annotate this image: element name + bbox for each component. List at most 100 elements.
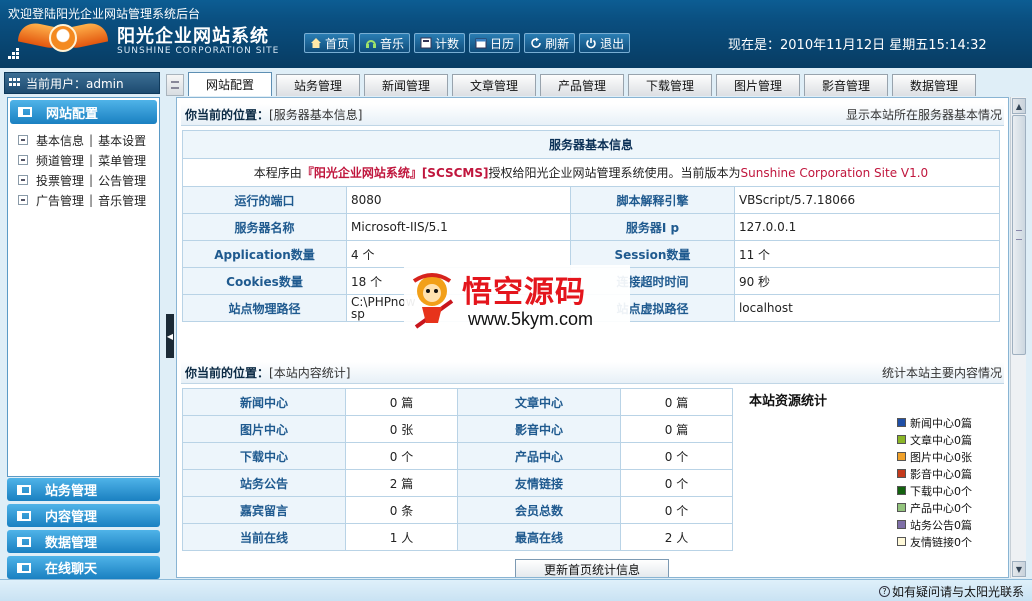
legend-label: 影音中心0篇: [910, 467, 972, 481]
separator: |: [89, 193, 94, 207]
stat-label: 影音中心: [457, 415, 621, 443]
nav-home-label: 首页: [325, 36, 350, 51]
expand-icon: [18, 135, 28, 145]
refresh-icon: [530, 37, 542, 49]
stat-label: 站务公告: [182, 469, 346, 497]
separator: |: [89, 133, 94, 147]
sidebar-link-vote-manage[interactable]: 投票管理: [36, 172, 84, 189]
notice-brand: 『阳光企业网站系统』[SCSCMS]: [301, 166, 489, 180]
current-user-label: 当前用户：admin: [26, 76, 124, 91]
scroll-thumb[interactable]: [1012, 115, 1026, 355]
sidebar-link-menu-manage[interactable]: 菜单管理: [98, 152, 146, 169]
chart-legend: 新闻中心0篇 文章中心0篇 图片中心0张 影音中心0篇 下载中心0个 产品中心0个 站务公告…: [897, 414, 972, 550]
stats-location-bar: 你当前的位置：[本站内容统计] 统计本站主要内容情况: [181, 362, 1004, 384]
sidebar-menu-chat[interactable]: 在线聊天: [7, 556, 160, 579]
sidebar-link-channel-manage[interactable]: 频道管理: [36, 152, 84, 169]
location-label: 你当前的位置：: [185, 366, 270, 380]
stat-label: 当前在线: [182, 523, 346, 551]
legend-label: 站务公告0篇: [910, 518, 972, 532]
sidebar-link-basic-settings[interactable]: 基本设置: [98, 132, 146, 149]
nav-music-button[interactable]: 音乐: [359, 33, 411, 53]
tab-site-affairs[interactable]: 站务管理: [276, 74, 360, 96]
info-value: 11 个: [733, 240, 1001, 268]
info-value: localhost: [733, 294, 1001, 322]
scroll-up-arrow-icon[interactable]: ▲: [1012, 98, 1026, 114]
scroll-down-arrow-icon[interactable]: ▼: [1012, 561, 1026, 577]
notice-prefix: 本程序由: [253, 166, 302, 180]
tab-images[interactable]: 图片管理: [716, 74, 800, 96]
top-header: 欢迎登陆阳光企业网站管理系统后台 阳光企业网站系统 SUNSHINE CORPO…: [0, 0, 1032, 68]
sidebar-menu-content[interactable]: 内容管理: [7, 504, 160, 527]
legend-label: 产品中心0个: [910, 501, 972, 515]
info-value: Microsoft-IIS/5.1: [346, 213, 571, 241]
nav-refresh-label: 刷新: [545, 36, 570, 51]
tab-site-config[interactable]: 网站配置: [188, 72, 272, 96]
legend-label: 新闻中心0篇: [910, 416, 972, 430]
headphones-icon: [365, 37, 377, 49]
resource-stats-chart: 本站资源统计 新闻中心0篇 文章中心0篇 图片中心0张 影音中心0篇 下载中心0个 产品中…: [739, 390, 1001, 560]
license-notice: 本程序由『阳光企业网站系统』[SCSCMS]授权给阳光企业网站管理系统使用。当前…: [182, 158, 1000, 187]
legend-swatch: [897, 452, 906, 461]
current-datetime: 现在是：2010年11月12日 星期五15:14:32: [728, 38, 987, 53]
stat-value: 0 篇: [345, 388, 458, 416]
menu-icon: [17, 510, 31, 521]
legend-entry: 文章中心0篇: [897, 431, 972, 448]
info-value: VBScript/5.7.18066: [733, 186, 1001, 214]
sidebar-link-notice-manage[interactable]: 公告管理: [98, 172, 146, 189]
tab-media[interactable]: 影音管理: [804, 74, 888, 96]
tab-menu-icon[interactable]: [166, 74, 184, 96]
legend-entry: 影音中心0篇: [897, 465, 972, 482]
sidebar-menu-label: 在线聊天: [45, 562, 98, 577]
stat-value: 0 篇: [620, 415, 733, 443]
watermark-logo: 悟空源码 www.5kym.com: [404, 265, 630, 337]
stat-label: 嘉宾留言: [182, 496, 346, 524]
chart-title: 本站资源统计: [749, 394, 828, 409]
menu-icon: [18, 107, 32, 117]
tab-products[interactable]: 产品管理: [540, 74, 624, 96]
counter-icon: [420, 37, 432, 49]
nav-logout-button[interactable]: 退出: [579, 33, 631, 53]
sidebar-row: 广告管理 | 音乐管理: [18, 190, 159, 210]
nav-refresh-button[interactable]: 刷新: [524, 33, 576, 53]
legend-entry: 站务公告0篇: [897, 516, 972, 533]
legend-swatch: [897, 469, 906, 478]
content-scrollbar[interactable]: ▲ ▼: [1010, 97, 1026, 578]
info-label: 运行的端口: [182, 186, 347, 214]
separator: |: [89, 153, 94, 167]
tab-articles[interactable]: 文章管理: [452, 74, 536, 96]
update-stats-button[interactable]: 更新首页统计信息: [515, 559, 669, 577]
tab-data[interactable]: 数据管理: [892, 74, 976, 96]
tab-bar: 网站配置 站务管理 新闻管理 文章管理 产品管理 下载管理 图片管理 影音管理 …: [166, 72, 1028, 96]
legend-label: 图片中心0张: [910, 450, 972, 464]
watermark-url: www.5kym.com: [468, 309, 594, 329]
info-label: 脚本解释引擎: [569, 186, 735, 214]
sidebar-menu-data[interactable]: 数据管理: [7, 530, 160, 553]
power-icon: [585, 37, 597, 49]
stat-label: 会员总数: [457, 496, 621, 524]
sidebar-link-ad-manage[interactable]: 广告管理: [36, 192, 84, 209]
legend-label: 友情链接0个: [910, 535, 972, 549]
server-location-bar: 你当前的位置：[服务器基本信息] 显示本站所在服务器基本情况: [181, 104, 1004, 126]
legend-swatch: [897, 435, 906, 444]
stat-value: 1 人: [345, 523, 458, 551]
menu-icon: [17, 484, 31, 495]
sidebar-link-music-manage[interactable]: 音乐管理: [98, 192, 146, 209]
tab-news[interactable]: 新闻管理: [364, 74, 448, 96]
stat-label: 友情链接: [457, 469, 621, 497]
sidebar-section-site-config[interactable]: 网站配置: [10, 100, 157, 124]
sidebar-menu-site-affairs[interactable]: 站务管理: [7, 478, 160, 501]
section-hint: 统计本站主要内容情况: [881, 366, 1002, 380]
tab-downloads[interactable]: 下载管理: [628, 74, 712, 96]
sidebar-collapse-handle[interactable]: ◀: [166, 314, 174, 358]
nav-counter-label: 计数: [435, 36, 460, 51]
stat-label: 新闻中心: [182, 388, 346, 416]
legend-swatch: [897, 537, 906, 546]
sidebar-link-basic-info[interactable]: 基本信息: [36, 132, 84, 149]
nav-home-button[interactable]: 首页: [304, 33, 356, 53]
info-label: Session数量: [569, 240, 735, 268]
sidebar-panel: 网站配置 基本信息 | 基本设置 频道管理 | 菜单管理 投票管理 | 公告管理…: [7, 97, 160, 477]
nav-counter-button[interactable]: 计数: [414, 33, 466, 53]
sidebar-section-title: 网站配置: [46, 106, 99, 122]
help-link[interactable]: ? 如有疑问请与太阳光联系: [878, 583, 1024, 600]
nav-calendar-button[interactable]: 日历: [469, 33, 521, 53]
